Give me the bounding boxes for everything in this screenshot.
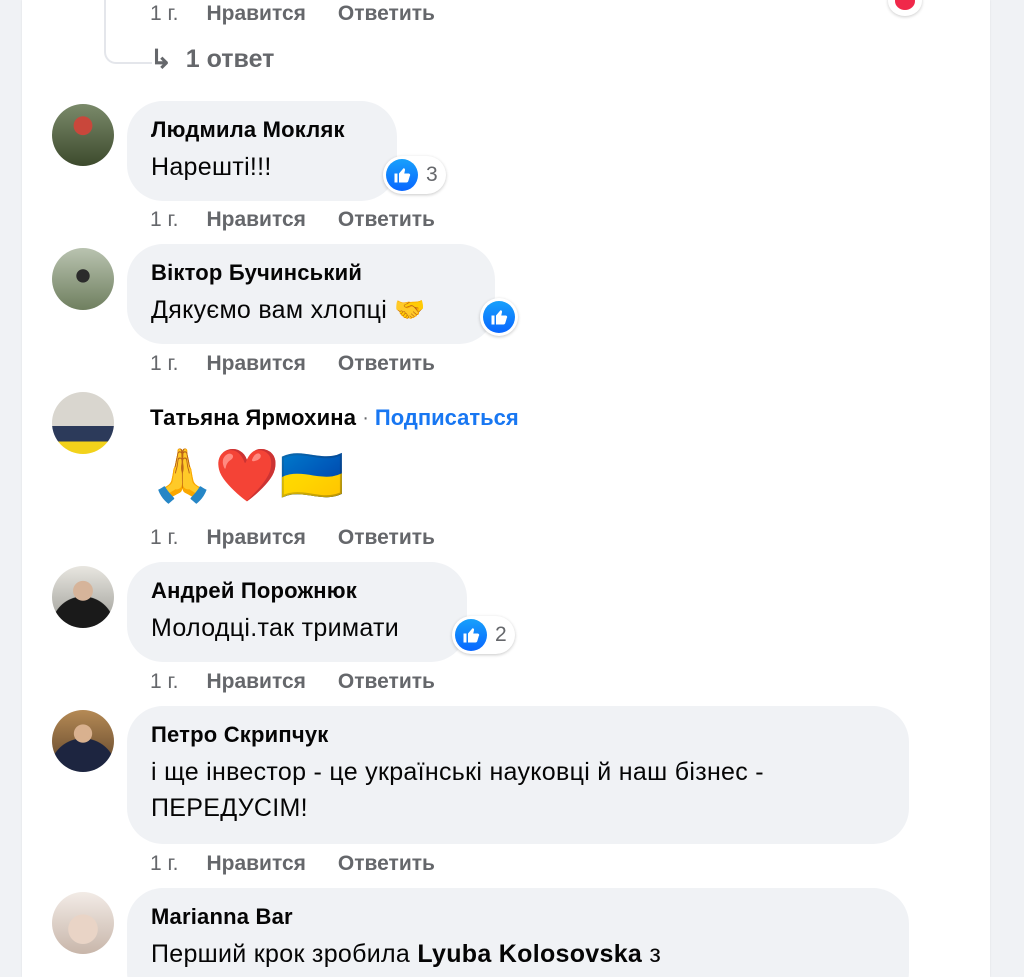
reply-link[interactable]: Ответить bbox=[338, 670, 435, 694]
thread-connector-line bbox=[104, 0, 152, 64]
emoji-comment: 🙏❤️🇺🇦 bbox=[150, 446, 344, 506]
comment-text: Дякуємо вам хлопці 🤝 bbox=[151, 296, 426, 324]
comment-bubble: Людмила Мокляк Нарешті!!! bbox=[127, 101, 397, 201]
comment-timestamp[interactable]: 1 г. bbox=[150, 208, 178, 232]
comment-author[interactable]: Андрей Порожнюк bbox=[151, 578, 443, 604]
like-link[interactable]: Нравится bbox=[206, 208, 305, 232]
comment-timestamp[interactable]: 1 г. bbox=[150, 352, 178, 376]
reply-link[interactable]: Ответить bbox=[338, 526, 435, 550]
comment-author[interactable]: Marianna Bar bbox=[151, 904, 885, 930]
like-link[interactable]: Нравится bbox=[206, 352, 305, 376]
comment-actions: 1 г. Нравится Ответить bbox=[150, 670, 467, 694]
comment-actions: 1 г. Нравится Ответить bbox=[150, 352, 467, 376]
comment-actions: 1 г. Нравится Ответить bbox=[150, 208, 467, 232]
comment-timestamp[interactable]: 1 г. bbox=[150, 670, 178, 694]
like-icon bbox=[483, 301, 515, 333]
mention-link[interactable]: Lyuba Kolosovska bbox=[417, 940, 642, 968]
love-react-icon bbox=[888, 0, 922, 16]
like-link[interactable]: Нравится bbox=[206, 852, 305, 876]
comment-bubble: Петро Скрипчук і ще інвестор - це україн… bbox=[127, 706, 909, 844]
comment-text: Молодці.так тримати bbox=[151, 614, 400, 642]
like-link[interactable]: Нравится bbox=[206, 670, 305, 694]
comment-text: Перший крок зробила Lyuba Kolosovska з bbox=[151, 936, 885, 972]
reaction-count: 2 bbox=[495, 623, 507, 646]
comment-actions: 1 г. Нравится Ответить bbox=[150, 526, 467, 550]
avatar[interactable] bbox=[52, 892, 114, 954]
avatar[interactable] bbox=[52, 104, 114, 166]
avatar[interactable] bbox=[52, 248, 114, 310]
like-icon bbox=[455, 619, 487, 651]
comment-text-segment: з bbox=[649, 940, 662, 968]
comment-author[interactable]: Татьяна Ярмохина bbox=[150, 405, 356, 431]
comment-header: Татьяна Ярмохина · Подписаться bbox=[150, 405, 519, 431]
comment-actions: 1 г. Нравится Ответить bbox=[150, 2, 467, 26]
reaction-badge[interactable]: 3 bbox=[383, 156, 446, 194]
reaction-badge[interactable]: 2 bbox=[452, 616, 515, 654]
comment-bubble: Віктор Бучинський Дякуємо вам хлопці 🤝 bbox=[127, 244, 495, 344]
like-link[interactable]: Нравится bbox=[206, 526, 305, 550]
reply-link[interactable]: Ответить bbox=[338, 2, 435, 26]
comment-text: і ще інвестор - це українські науковці й… bbox=[151, 754, 885, 826]
reaction-count: 3 bbox=[426, 163, 438, 186]
avatar[interactable] bbox=[52, 392, 114, 454]
comment-text-segment: Перший крок зробила bbox=[151, 940, 411, 968]
comment-bubble: Андрей Порожнюк Молодці.так тримати bbox=[127, 562, 467, 662]
like-link[interactable]: Нравится bbox=[206, 2, 305, 26]
reply-arrow-icon: ↳ bbox=[150, 44, 172, 74]
replies-count-label: 1 ответ bbox=[185, 45, 275, 73]
avatar[interactable] bbox=[52, 710, 114, 772]
comment-timestamp[interactable]: 1 г. bbox=[150, 2, 178, 26]
comment-author[interactable]: Віктор Бучинський bbox=[151, 260, 471, 286]
emoji-text: 🙏❤️🇺🇦 bbox=[150, 447, 345, 505]
comment-timestamp[interactable]: 1 г. bbox=[150, 526, 178, 550]
comment-text-line: ПЕРЕДУСІМ! bbox=[151, 794, 308, 822]
view-replies-link[interactable]: ↳ 1 ответ bbox=[150, 44, 274, 75]
like-icon bbox=[386, 159, 418, 191]
reply-link[interactable]: Ответить bbox=[338, 208, 435, 232]
comment-author[interactable]: Петро Скрипчук bbox=[151, 722, 885, 748]
avatar[interactable] bbox=[52, 566, 114, 628]
subscribe-link[interactable]: Подписаться bbox=[375, 405, 519, 431]
comment-actions: 1 г. Нравится Ответить bbox=[150, 852, 467, 876]
comment-timestamp[interactable]: 1 г. bbox=[150, 852, 178, 876]
comment-text: Нарешті!!! bbox=[151, 153, 272, 181]
comment-author[interactable]: Людмила Мокляк bbox=[151, 117, 373, 143]
comment-text-line: і ще інвестор - це українські науковці й… bbox=[151, 758, 764, 786]
separator-dot: · bbox=[362, 406, 369, 429]
reply-link[interactable]: Ответить bbox=[338, 352, 435, 376]
reply-link[interactable]: Ответить bbox=[338, 852, 435, 876]
reaction-badge[interactable] bbox=[480, 298, 518, 336]
comment-bubble: Marianna Bar Перший крок зробила Lyuba K… bbox=[127, 888, 909, 977]
